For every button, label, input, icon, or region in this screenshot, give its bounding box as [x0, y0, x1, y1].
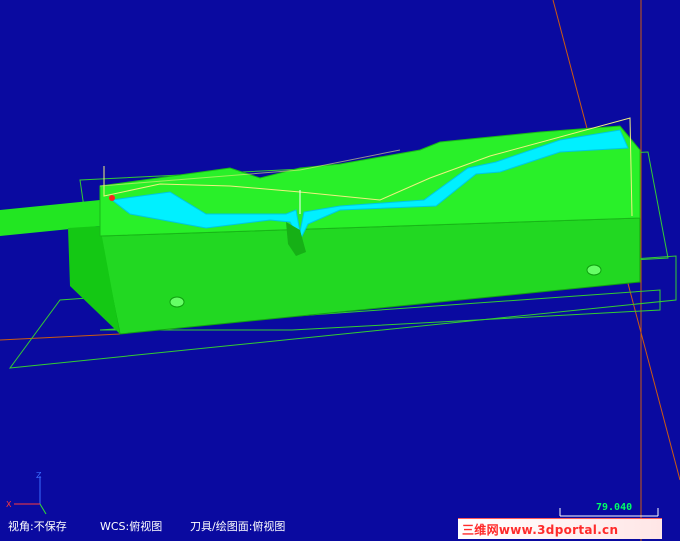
watermark: 三维网www.3dportal.cn: [458, 518, 662, 539]
status-wcs: WCS:俯视图: [100, 520, 163, 533]
status-tool-plane: 刀具/绘图面:俯视图: [190, 520, 286, 533]
watermark-text: 三维网www.3dportal.cn: [462, 523, 619, 537]
scale-readout: 79.040: [596, 502, 633, 513]
mounting-hole-left: [169, 296, 185, 308]
3d-model-canvas[interactable]: Z X: [0, 0, 680, 541]
axis-line-horizontal: [0, 333, 121, 341]
triad-y-axis: [39, 503, 47, 515]
triad-x-label: X: [6, 500, 12, 509]
triad-z-label: Z: [36, 471, 42, 480]
model-block-front: [99, 217, 641, 335]
status-view: 视角:不保存: [8, 520, 67, 533]
mounting-hole-right: [586, 264, 602, 276]
tool-position-marker: [109, 195, 115, 201]
graphics-viewport[interactable]: Z X 79.040 视角:不保存 WCS:俯视图 刀具/绘图面:俯视图 三维网…: [0, 0, 680, 541]
